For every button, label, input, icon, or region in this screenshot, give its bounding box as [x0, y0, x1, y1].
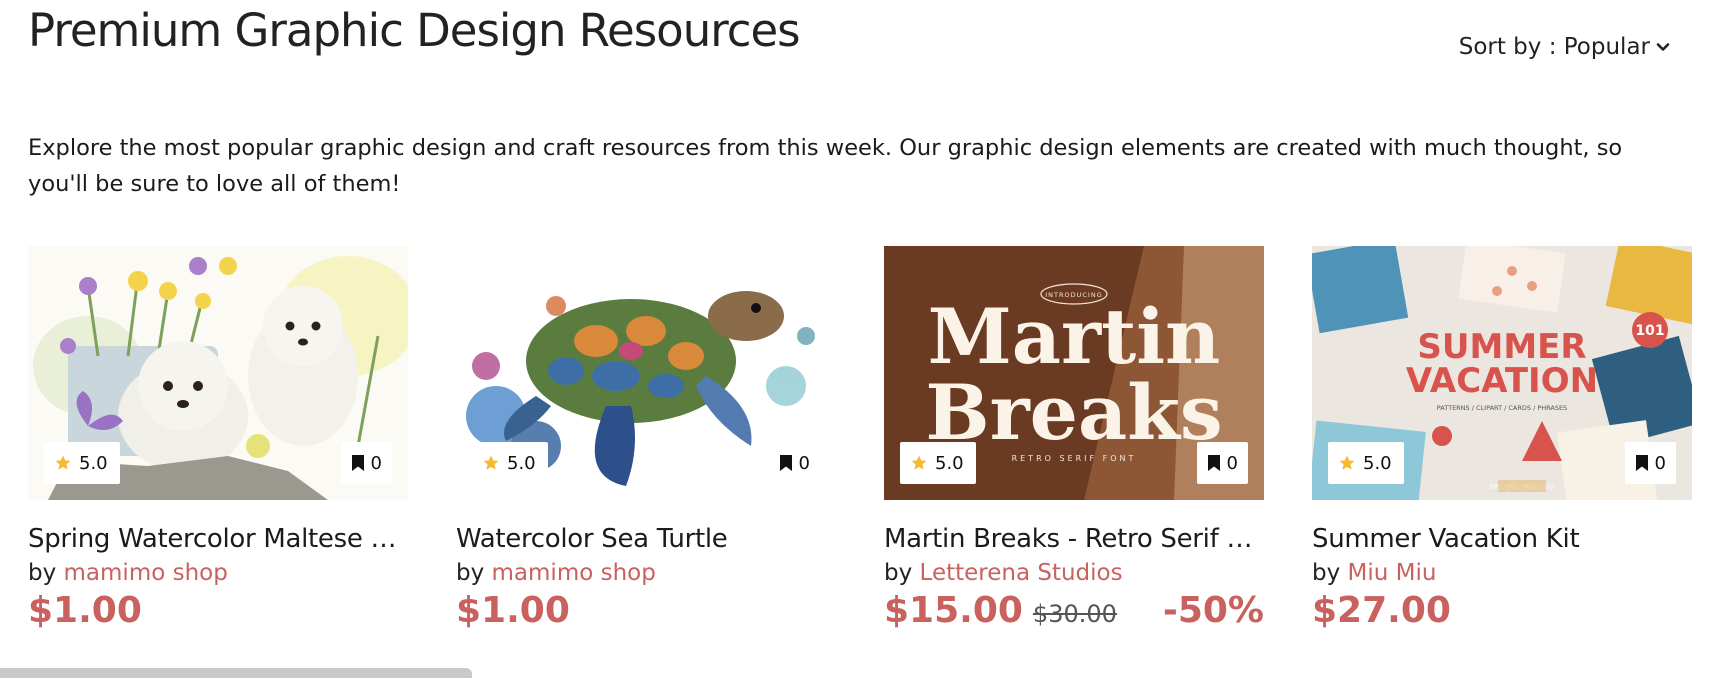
product-thumbnail[interactable]: INTRODUCING Martin Breaks RETRO SERIF FO…	[884, 246, 1264, 500]
price-row: $1.00	[456, 590, 836, 631]
cover-badge: 101	[1635, 323, 1664, 339]
product-card: 5.0 0 Spring Watercolor Maltese Pup... b…	[28, 246, 408, 631]
product-title[interactable]: Summer Vacation Kit	[1312, 524, 1692, 554]
author-link[interactable]: mamimo shop	[492, 560, 656, 586]
save-count: 0	[370, 452, 382, 474]
product-price: $1.00	[456, 590, 570, 631]
cover-line2: VACATION	[1406, 361, 1598, 401]
rating-value: 5.0	[79, 452, 108, 474]
star-icon	[483, 455, 499, 470]
rating-badge: 5.0	[44, 442, 120, 484]
save-count: 0	[1654, 452, 1666, 474]
author-link[interactable]: Letterena Studios	[920, 560, 1123, 586]
price-row: $27.00	[1312, 590, 1692, 631]
cover-caption: RETRO SERIF FONT	[1012, 454, 1137, 463]
discount-badge: -50%	[1162, 590, 1264, 631]
product-thumbnail[interactable]: 101 SUMMER VACATION PATTERNS / CLIPART /…	[1312, 246, 1692, 500]
rating-badge: 5.0	[472, 442, 548, 484]
price-row: $1.00	[28, 590, 408, 631]
by-label: by	[28, 560, 57, 586]
save-button[interactable]: 0	[768, 442, 820, 484]
by-label: by	[1312, 560, 1341, 586]
author-link[interactable]: mamimo shop	[64, 560, 228, 586]
product-title[interactable]: Spring Watercolor Maltese Pup...	[28, 524, 408, 554]
product-thumbnail[interactable]: 5.0 0	[456, 246, 836, 500]
product-price: $27.00	[1312, 590, 1451, 631]
save-button[interactable]: 0	[1624, 442, 1676, 484]
price-row: $15.00 $30.00 -50%	[884, 590, 1264, 631]
star-icon	[55, 455, 71, 470]
bookmark-icon	[1635, 455, 1648, 471]
product-card: 101 SUMMER VACATION PATTERNS / CLIPART /…	[1312, 246, 1692, 631]
star-icon	[1339, 455, 1355, 470]
page-title: Premium Graphic Design Resources	[28, 4, 801, 57]
rating-badge: 5.0	[1328, 442, 1404, 484]
product-byline: by mamimo shop	[456, 560, 836, 586]
rating-badge: 5.0	[900, 442, 976, 484]
bookmark-icon	[779, 455, 792, 471]
chevron-down-icon	[1656, 43, 1670, 51]
product-byline: by mamimo shop	[28, 560, 408, 586]
product-byline: by Miu Miu	[1312, 560, 1692, 586]
product-byline: by Letterena Studios	[884, 560, 1264, 586]
rating-value: 5.0	[935, 452, 964, 474]
original-price: $30.00	[1032, 600, 1117, 628]
product-price: $15.00	[884, 590, 1023, 631]
rating-value: 5.0	[507, 452, 536, 474]
save-count: 0	[798, 452, 810, 474]
product-title[interactable]: Watercolor Sea Turtle	[456, 524, 836, 554]
save-button[interactable]: 0	[340, 442, 392, 484]
rating-value: 5.0	[1363, 452, 1392, 474]
product-grid: 5.0 0 Spring Watercolor Maltese Pup... b…	[28, 246, 1692, 631]
save-count: 0	[1226, 452, 1238, 474]
by-label: by	[884, 560, 913, 586]
star-icon	[911, 455, 927, 470]
cover-subtitle: PATTERNS / CLIPART / CARDS / PHRASES	[1437, 404, 1567, 412]
product-price: $1.00	[28, 590, 142, 631]
horizontal-scrollbar[interactable]	[0, 668, 472, 678]
product-title[interactable]: Martin Breaks - Retro Serif Font	[884, 524, 1264, 554]
product-card: INTRODUCING Martin Breaks RETRO SERIF FO…	[884, 246, 1264, 631]
sort-dropdown[interactable]: Sort by : Popular	[1459, 34, 1670, 60]
bookmark-icon	[351, 455, 364, 471]
save-button[interactable]: 0	[1196, 442, 1248, 484]
sort-label: Sort by : Popular	[1458, 34, 1650, 60]
product-thumbnail[interactable]: 5.0 0	[28, 246, 408, 500]
bookmark-icon	[1207, 455, 1220, 471]
page-description: Explore the most popular graphic design …	[28, 135, 1623, 197]
author-link[interactable]: Miu Miu	[1348, 560, 1437, 586]
product-card: 5.0 0 Watercolor Sea Turtle by mamimo sh…	[456, 246, 836, 631]
by-label: by	[456, 560, 485, 586]
